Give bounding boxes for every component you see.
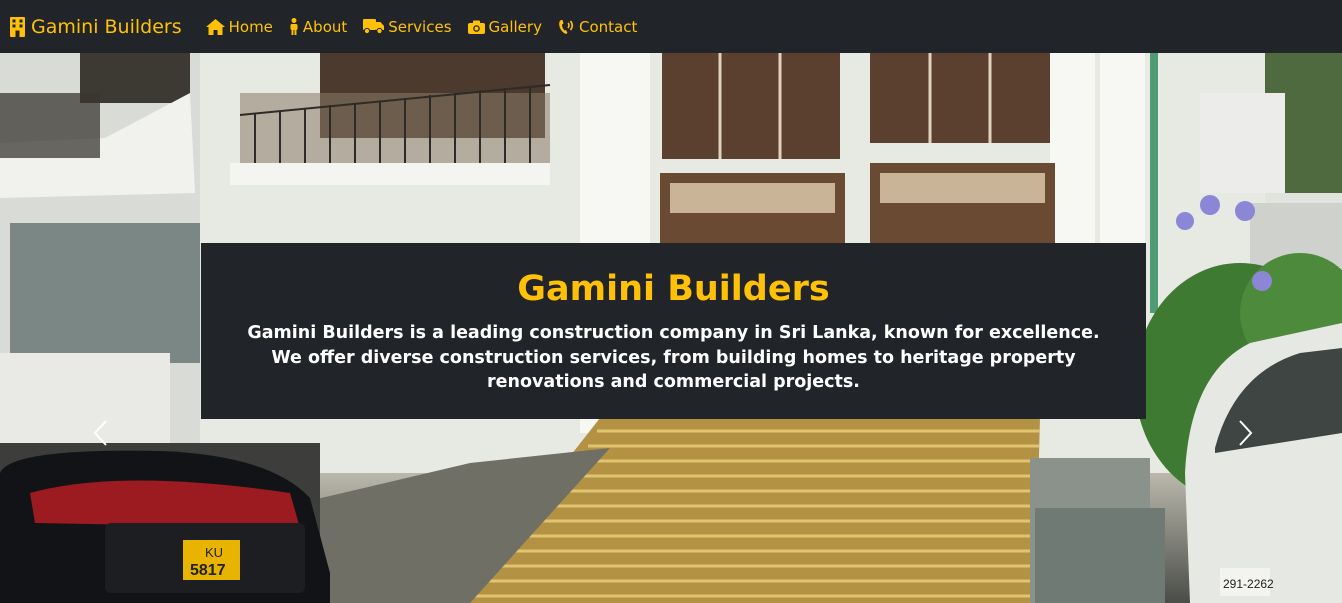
left-car-plate-bottom: 5817 [190, 562, 226, 579]
home-icon [205, 18, 225, 35]
carousel-next-button[interactable] [1226, 408, 1266, 458]
camera-icon [467, 20, 485, 34]
hero-title: Gamini Builders [517, 269, 830, 309]
navbar: Gamini Builders Home About Services Gall… [0, 0, 1342, 53]
truck-icon [363, 19, 385, 34]
nav-home[interactable]: Home [205, 17, 273, 36]
hero-description: Gamini Builders is a leading constructio… [247, 323, 1100, 392]
person-icon [290, 18, 298, 35]
hero-carousel: KU 5817 291-2262 Gamini Builders Gamini … [0, 53, 1342, 603]
right-van-plate: 291-2262 [1223, 577, 1274, 591]
nav-gallery[interactable]: Gallery [467, 17, 542, 36]
chevron-left-icon [93, 420, 107, 446]
nav-contact[interactable]: Contact [558, 18, 637, 36]
nav-about[interactable]: About [289, 18, 347, 36]
nav-contact-label: Contact [578, 17, 638, 36]
building-icon [10, 16, 25, 37]
brand-name: Gamini Builders [31, 15, 182, 38]
chevron-right-icon [1239, 420, 1253, 446]
phone-icon [559, 19, 574, 34]
left-car-plate-top: KU [205, 545, 223, 560]
carousel-prev-button[interactable] [80, 408, 120, 458]
carousel-caption: Gamini Builders Gamini Builders is a lea… [201, 243, 1146, 419]
nav-gallery-label: Gallery [488, 17, 542, 36]
nav-home-label: Home [228, 17, 273, 36]
nav-about-label: About [302, 17, 348, 36]
brand-link[interactable]: Gamini Builders [10, 16, 182, 38]
nav-services-label: Services [388, 17, 452, 36]
nav-services[interactable]: Services [363, 17, 452, 36]
